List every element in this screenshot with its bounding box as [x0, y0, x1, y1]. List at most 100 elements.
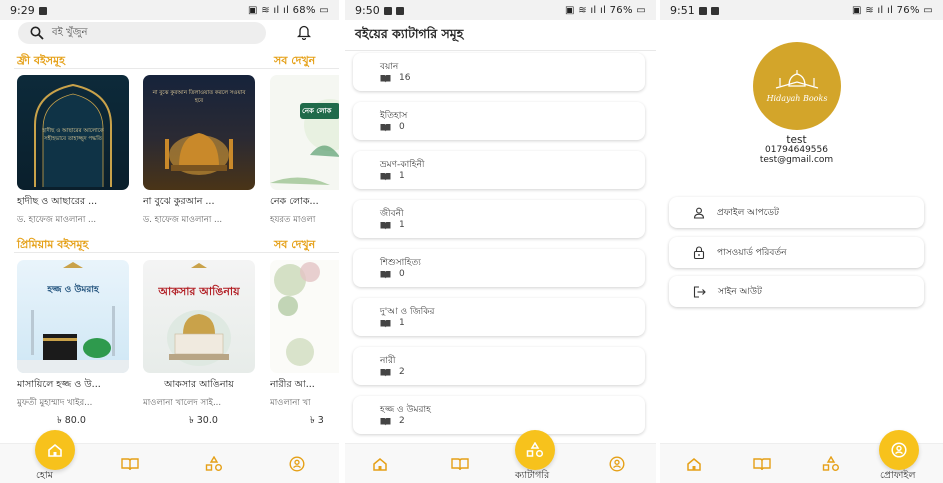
category-count-value: 1: [399, 318, 405, 328]
category-icon[interactable]: [822, 456, 840, 472]
category-count: 2: [380, 367, 405, 377]
category-name: ভ্রমণ-কাহিনী: [380, 160, 425, 170]
book-price: ৳ 80.0: [57, 415, 86, 426]
book-icon[interactable]: [121, 457, 139, 471]
category-count: 16: [380, 73, 410, 83]
category-count: 0: [380, 269, 405, 279]
nav-profile-button[interactable]: [879, 430, 919, 470]
book-cover: হজ্জ ও উমরাহ: [17, 260, 129, 373]
home-icon[interactable]: [686, 457, 702, 471]
home-icon: [48, 443, 62, 457]
premium-book-card[interactable]: আকসার আঙিনায় আকসার আঙিনায় মাওলানা খালে…: [143, 260, 255, 429]
app-logo: Hidayah Books: [753, 42, 841, 130]
nav-home-button[interactable]: [35, 430, 75, 470]
category-name: শিশুসাহিত্য: [380, 258, 421, 268]
category-item[interactable]: দু'আ ও জিকির 1: [353, 298, 645, 336]
sign-out-button[interactable]: সাইন আউট: [669, 276, 924, 307]
user-phone: 01794649556: [765, 145, 828, 155]
profile-icon[interactable]: [609, 456, 625, 472]
book-title: মাসায়িলে হজ্জ ও উ...: [17, 379, 101, 390]
book-count-icon: [380, 172, 391, 180]
book-cover: না বুঝে কুরআন তিলাওয়াত করলে সওয়াব হবে: [143, 75, 255, 190]
bottom-navigation: প্রোফাইল: [660, 430, 943, 483]
logo-text: Hidayah Books: [766, 93, 828, 103]
search-placeholder: বই খুঁজুন: [52, 26, 88, 38]
option-label: সাইন আউট: [718, 287, 762, 297]
floral-art: [270, 99, 339, 185]
battery-level: 76%: [609, 4, 633, 16]
book-price: ৳ 30.0: [189, 415, 218, 426]
signal-icon: ▣ ≋ ıl ıl: [564, 4, 610, 16]
category-name: দু'আ ও জিকির: [380, 307, 435, 317]
category-count: 1: [380, 220, 405, 230]
search-input[interactable]: বই খুঁজুন: [18, 22, 266, 44]
category-item[interactable]: শিশুসাহিত্য 0: [353, 249, 645, 287]
category-count: 0: [380, 122, 405, 132]
category-icon: [526, 442, 544, 458]
notification-icon: [698, 6, 707, 15]
category-item[interactable]: নারী 2: [353, 347, 645, 385]
free-book-card[interactable]: না বুঝে কুরআন তিলাওয়াত করলে সওয়াব হবে …: [143, 75, 255, 227]
home-screen: 9:29 ▣ ≋ ıl ıl 68% ▭ বই খুঁজুন ফ্রী বইসম…: [0, 0, 339, 483]
category-count-value: 1: [399, 220, 405, 230]
category-item[interactable]: জীবনী 1: [353, 200, 645, 238]
profile-update-button[interactable]: প্রফাইল আপডেট: [669, 197, 924, 228]
nav-category-button[interactable]: [515, 430, 555, 470]
premium-book-card[interactable]: হজ্জ ও উমরাহ মাসায়িলে হজ্জ ও উ... মুফতী…: [17, 260, 129, 429]
bottom-navigation: ক্যাটাগরি: [345, 430, 656, 483]
signal-icon: ▣ ≋ ıl ıl: [851, 4, 897, 16]
category-count-value: 0: [399, 269, 405, 279]
bell-icon[interactable]: [297, 24, 311, 40]
cover-text: হজ্জ ও উমরাহ: [47, 285, 99, 295]
book-author: মাওলানা খা: [270, 398, 311, 408]
book-count-icon: [380, 417, 391, 425]
category-item[interactable]: হজ্জ ও উমরাহ 2: [353, 396, 645, 434]
category-name: ইতিহাস: [380, 111, 408, 121]
status-time: 9:29: [10, 3, 35, 17]
nav-home-label: হোম: [36, 470, 53, 481]
book-count-icon: [380, 221, 391, 229]
change-password-button[interactable]: পাসওয়ার্ড পরিবর্তন: [669, 237, 924, 268]
book-cover: নেক লোক: [270, 75, 339, 190]
logout-icon: [693, 285, 706, 298]
book-title: হাদীছ ও আছারের ...: [17, 196, 98, 207]
category-icon[interactable]: [205, 456, 223, 472]
search-icon: [30, 26, 44, 40]
category-count: 1: [380, 318, 405, 328]
profile-icon[interactable]: [289, 456, 305, 472]
book-title: নেক লোক...: [270, 196, 319, 207]
book-author: ড. হাফেজ মাওলানা ...: [17, 215, 97, 225]
book-title: না বুঝে কুরআন ...: [143, 196, 215, 207]
category-count-value: 1: [399, 171, 405, 181]
book-icon[interactable]: [451, 457, 469, 471]
book-author: মাওলানা খালেদ সাই...: [143, 398, 222, 408]
lock-icon: [693, 246, 705, 259]
book-count-icon: [380, 74, 391, 82]
cover-text: না বুঝে কুরআন তিলাওয়াত করলে সওয়াব হবে: [152, 90, 246, 104]
category-count-value: 2: [399, 367, 405, 377]
premium-book-card[interactable]: নারীর আ... মাওলানা খা ৳ 3: [270, 260, 339, 429]
notification-icon: [395, 6, 404, 15]
option-label: পাসওয়ার্ড পরিবর্তন: [717, 248, 787, 258]
category-item[interactable]: ইতিহাস 0: [353, 102, 645, 140]
category-item[interactable]: ভ্রমণ-কাহিনী 1: [353, 151, 645, 189]
home-icon[interactable]: [372, 457, 388, 471]
free-book-card[interactable]: হাদীছ ও আছারের আলোকে সহীহভাবে তাহাজ্জুদ …: [17, 75, 129, 227]
category-count: 2: [380, 416, 405, 426]
status-time: 9:51: [670, 3, 695, 17]
kaaba-art: [17, 262, 129, 373]
bottom-navigation: হোম: [0, 430, 339, 483]
free-book-card[interactable]: নেক লোক নেক লোক... হযরত মাওলা: [270, 75, 339, 227]
divider: [14, 252, 339, 253]
notification-icon: [383, 6, 392, 15]
book-icon[interactable]: [753, 457, 771, 471]
option-label: প্রফাইল আপডেট: [717, 208, 779, 218]
floral-art: [274, 262, 320, 366]
book-title: আকসার আঙিনায়: [164, 379, 234, 390]
category-name: নারী: [380, 356, 396, 366]
category-item[interactable]: বয়ান 16: [353, 53, 645, 91]
signal-icon: ▣ ≋ ıl ıl: [247, 4, 293, 16]
status-time: 9:50: [355, 3, 380, 17]
book-count-icon: [380, 368, 391, 376]
divider: [14, 68, 339, 69]
